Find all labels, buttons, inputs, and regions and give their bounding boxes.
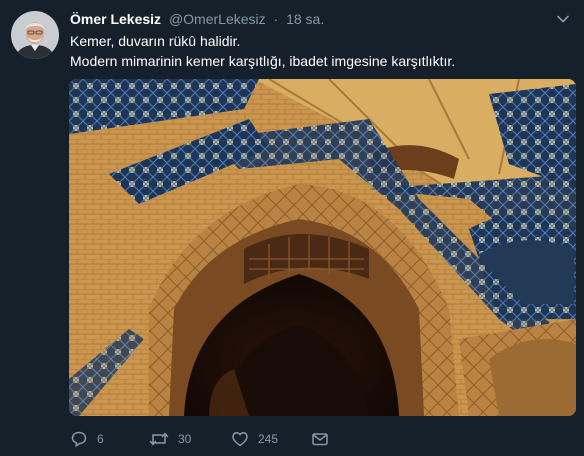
tweet-timestamp[interactable]: 18 sa. <box>286 11 324 27</box>
avatar[interactable] <box>11 11 59 59</box>
tweet-text-line-1: Kemer, duvarın rükû halidir. <box>70 33 241 49</box>
mosque-arch-photo <box>69 79 576 416</box>
tweet-photo[interactable] <box>69 79 576 416</box>
tweet-actions: 6 30 245 <box>70 428 490 452</box>
speech-bubble-icon <box>70 430 88 448</box>
separator-dot: · <box>273 11 279 27</box>
author-handle[interactable]: @OmerLekesiz <box>169 11 266 27</box>
retweet-arrows-icon <box>149 430 169 448</box>
heart-icon <box>231 430 249 448</box>
direct-message-button[interactable] <box>311 428 329 450</box>
tweet-text-line-2: Modern mimarinin kemer karşıtlığı, ibade… <box>70 53 456 69</box>
retweet-count: 30 <box>178 432 192 446</box>
like-button[interactable]: 245 <box>231 428 278 450</box>
author-display-name[interactable]: Ömer Lekesiz <box>70 11 161 27</box>
chevron-down-icon[interactable] <box>556 12 570 26</box>
reply-button[interactable]: 6 <box>70 428 104 450</box>
tweet-header: Ömer Lekesiz @OmerLekesiz · 18 sa. <box>70 10 570 30</box>
like-count: 245 <box>258 432 279 446</box>
tweet-text: Kemer, duvarın rükû halidir. Modern mima… <box>70 31 570 71</box>
envelope-icon <box>311 430 329 448</box>
retweet-button[interactable]: 30 <box>149 428 191 450</box>
reply-count: 6 <box>97 432 104 446</box>
profile-photo <box>11 11 59 59</box>
